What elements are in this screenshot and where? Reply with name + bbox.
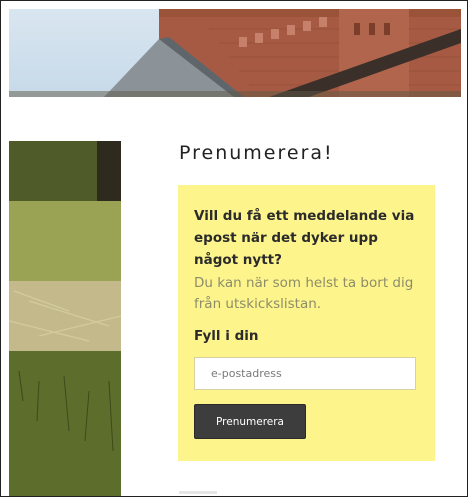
subscribe-heading: Vill du få ett meddelande via epost när …	[194, 208, 415, 268]
hero-photo	[9, 9, 461, 97]
email-field-label: Fyll i din	[194, 328, 259, 344]
subscribe-button[interactable]: Prenumerera	[194, 404, 306, 439]
grass-image	[9, 141, 121, 496]
subscribe-subtext: Du kan när som helst ta bort dig från ut…	[194, 275, 414, 312]
email-input[interactable]	[194, 357, 416, 390]
subscribe-card: Vill du få ett meddelande via epost när …	[178, 185, 435, 461]
next-section-stub	[179, 491, 217, 494]
page-frame: Prenumerera! Vill du få ett meddelande v…	[0, 0, 468, 497]
building-image	[9, 9, 461, 97]
grass-photo	[9, 141, 121, 496]
subscribe-title: Prenumerera!	[179, 142, 334, 164]
